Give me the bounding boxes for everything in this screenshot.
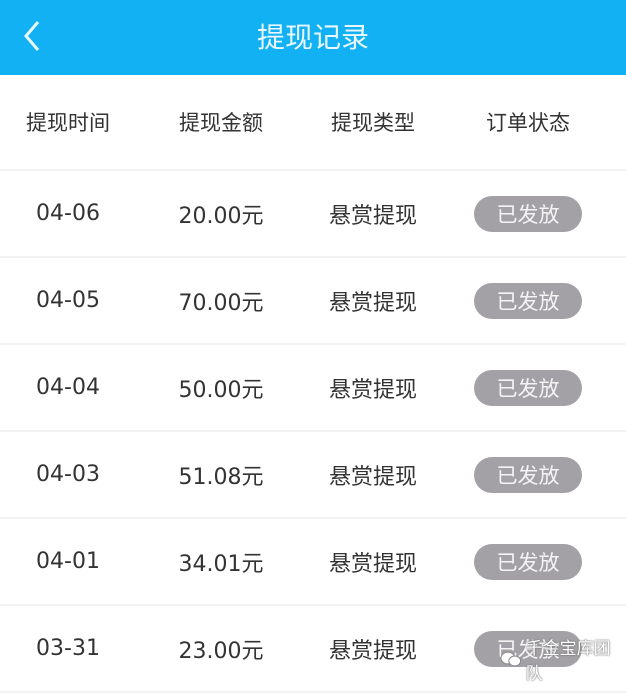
row-date: 04-06	[36, 201, 100, 226]
wechat-icon	[500, 651, 522, 667]
status-badge: 已发放	[474, 195, 582, 232]
column-header-status: 订单状态	[486, 111, 570, 135]
row-status-cell: 已发放	[456, 171, 600, 256]
status-badge: 已发放	[474, 369, 582, 406]
column-header-amount: 提现金额	[179, 111, 263, 135]
row-date: 04-05	[36, 288, 100, 313]
row-status-cell: 已发放	[456, 432, 600, 517]
row-status-cell: 已发放	[456, 345, 600, 430]
row-amount: 50.00元	[178, 377, 264, 403]
table-row[interactable]: 04-05 70.00元 悬赏提现 已发放	[0, 258, 626, 345]
row-type: 悬赏提现	[328, 377, 417, 403]
row-amount: 34.01元	[178, 551, 264, 577]
row-type: 悬赏提现	[328, 203, 417, 229]
row-type: 悬赏提现	[328, 551, 417, 577]
table-row[interactable]: 04-01 34.01元 悬赏提现 已发放	[0, 519, 626, 606]
status-badge: 已发放	[474, 456, 582, 493]
column-header-type: 提现类型	[331, 111, 415, 135]
table-row[interactable]: 04-04 50.00元 悬赏提现 已发放	[0, 345, 626, 432]
row-date: 04-01	[36, 549, 100, 574]
table-row[interactable]: 04-06 20.00元 悬赏提现 已发放	[0, 171, 626, 258]
column-header-time: 提现时间	[26, 111, 110, 135]
row-amount: 70.00元	[178, 290, 264, 316]
status-badge: 已发放	[474, 543, 582, 580]
row-type: 悬赏提现	[328, 290, 417, 316]
row-date: 04-04	[36, 375, 100, 400]
status-badge: 已发放	[474, 282, 582, 319]
nav-bar: 提现记录	[0, 0, 626, 75]
row-amount: 23.00元	[178, 638, 264, 664]
row-status-cell: 已发放	[456, 519, 600, 604]
row-date: 03-31	[36, 636, 100, 661]
table-header: 提现时间 提现金额 提现类型 订单状态	[0, 75, 626, 171]
row-amount: 20.00元	[178, 203, 264, 229]
row-amount: 51.08元	[178, 464, 264, 490]
row-type: 悬赏提现	[328, 638, 417, 664]
row-status-cell: 已发放	[456, 258, 600, 343]
row-date: 04-03	[36, 462, 100, 487]
page-title: 提现记录	[256, 21, 369, 54]
table-row[interactable]: 04-03 51.08元 悬赏提现 已发放	[0, 432, 626, 519]
row-type: 悬赏提现	[328, 464, 417, 490]
